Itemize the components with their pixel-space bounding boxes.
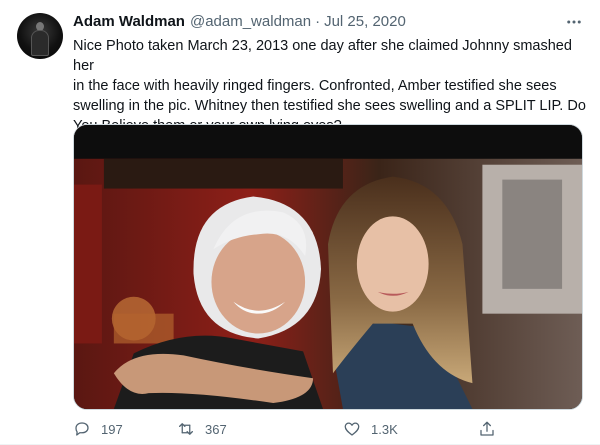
retweet-count: 367 [205,421,227,437]
tweet-actions: 197 367 1.3K [73,418,503,440]
share-button[interactable] [478,418,506,440]
reply-button[interactable]: 197 [73,418,123,440]
like-count: 1.3K [371,421,398,437]
tweet-text-line: Nice Photo taken March 23, 2013 one day … [73,38,572,74]
display-name[interactable]: Adam Waldman [73,13,185,30]
reply-icon [75,422,89,436]
tweet-text-line: swelling in the pic. Whitney then testif… [73,98,586,114]
heart-icon [344,422,360,436]
user-handle[interactable]: @adam_waldman [190,13,311,30]
avatar[interactable] [17,13,63,59]
separator-dot: · [315,13,321,30]
tweet-date[interactable]: Jul 25, 2020 [324,13,406,30]
tweet-photo[interactable] [73,124,583,410]
more-options-button[interactable] [563,12,585,32]
avatar-figure-body [31,30,49,56]
tweet-header: Adam Waldman @adam_waldman · Jul 25, 202… [73,13,406,33]
share-icon [480,421,494,436]
more-dots-icon [567,20,581,24]
retweet-icon [178,423,194,435]
retweet-button[interactable]: 367 [177,418,227,440]
reply-count: 197 [101,421,123,437]
tweet-text: Nice Photo taken March 23, 2013 one day … [73,36,588,136]
tweet-text-line: in the face with heavily ringed fingers.… [73,78,557,94]
photo-image [74,125,582,409]
like-button[interactable]: 1.3K [343,418,398,440]
tweet-card[interactable]: Adam Waldman @adam_waldman · Jul 25, 202… [0,0,600,445]
